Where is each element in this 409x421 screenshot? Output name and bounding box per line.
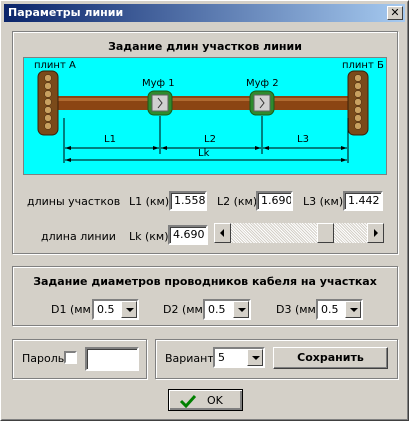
d3-value: 0.5 — [321, 303, 339, 316]
ok-button[interactable]: OK — [168, 389, 243, 411]
variant-label: Вариант — [165, 352, 214, 365]
l1-input[interactable]: 1.558 — [169, 191, 207, 211]
d2-select[interactable]: 0.5 — [203, 299, 251, 320]
variant-select[interactable]: 5 — [213, 347, 265, 368]
left-arrow-icon — [220, 229, 224, 237]
slider-right-button[interactable] — [367, 223, 384, 243]
terminal-a-label: плинт А — [34, 60, 76, 71]
dialog-window: Параметры линии ✕ Задание длин участков … — [0, 0, 409, 421]
chevron-down-icon[interactable] — [121, 301, 137, 318]
variant-value: 5 — [218, 351, 225, 364]
slider-left-button[interactable] — [214, 223, 231, 243]
chevron-down-icon[interactable] — [233, 301, 249, 318]
title-bar[interactable]: Параметры линии ✕ — [4, 4, 405, 22]
terminal-b-label: плинт Б — [342, 60, 384, 71]
l1-label: L1 (км) — [129, 195, 170, 208]
save-button[interactable]: Сохранить — [273, 347, 388, 369]
coupling-2 — [249, 90, 275, 116]
dim-l3-label: L3 — [297, 134, 309, 145]
window-title: Параметры линии — [8, 6, 124, 19]
d3-label: D3 (мм) — [276, 303, 321, 316]
line-diagram: плинт А плинт Б Муф 1 Муф 2 L1 L2 L3 Lk — [23, 57, 387, 175]
close-button[interactable]: ✕ — [387, 6, 403, 20]
cable-highlight — [54, 98, 358, 101]
l2-input[interactable]: 1.690 — [256, 191, 293, 211]
chevron-down-icon[interactable] — [247, 349, 263, 366]
slider-thumb[interactable] — [316, 223, 334, 243]
line-length-label: длина линии — [41, 230, 116, 243]
chevron-down-icon[interactable] — [345, 301, 361, 318]
lk-label: Lk (км) — [129, 230, 169, 243]
dim-lk-label: Lk — [198, 148, 210, 159]
dim-l1-label: L1 — [104, 134, 116, 145]
checkmark-icon — [179, 394, 197, 408]
d1-label: D1 (мм) — [51, 303, 96, 316]
d1-select[interactable]: 0.5 — [92, 299, 139, 320]
coupling-2-label: Муф 2 — [246, 78, 279, 89]
lengths-group-title: Задание длин участков линии — [108, 40, 302, 53]
l3-input[interactable]: 1.442 — [343, 191, 383, 211]
length-slider[interactable] — [214, 223, 384, 243]
d3-select[interactable]: 0.5 — [316, 299, 363, 320]
right-arrow-icon — [374, 229, 378, 237]
d2-value: 0.5 — [208, 303, 226, 316]
dim-l2-label: L2 — [204, 134, 216, 145]
d2-label: D2 (мм) — [163, 303, 208, 316]
ok-label: OK — [207, 394, 223, 407]
password-checkbox[interactable] — [64, 351, 77, 364]
password-input[interactable] — [85, 347, 139, 371]
l3-label: L3 (км) — [303, 195, 344, 208]
coupling-1-label: Муф 1 — [142, 78, 175, 89]
segments-label: длины участков — [27, 195, 121, 208]
diameters-group-title: Задание диаметров проводников кабеля на … — [33, 275, 377, 288]
d1-value: 0.5 — [97, 303, 115, 316]
l2-label: L2 (км) — [217, 195, 258, 208]
lk-input[interactable]: 4.690 — [168, 225, 208, 245]
password-label: Пароль — [22, 352, 65, 365]
coupling-1 — [147, 90, 173, 116]
